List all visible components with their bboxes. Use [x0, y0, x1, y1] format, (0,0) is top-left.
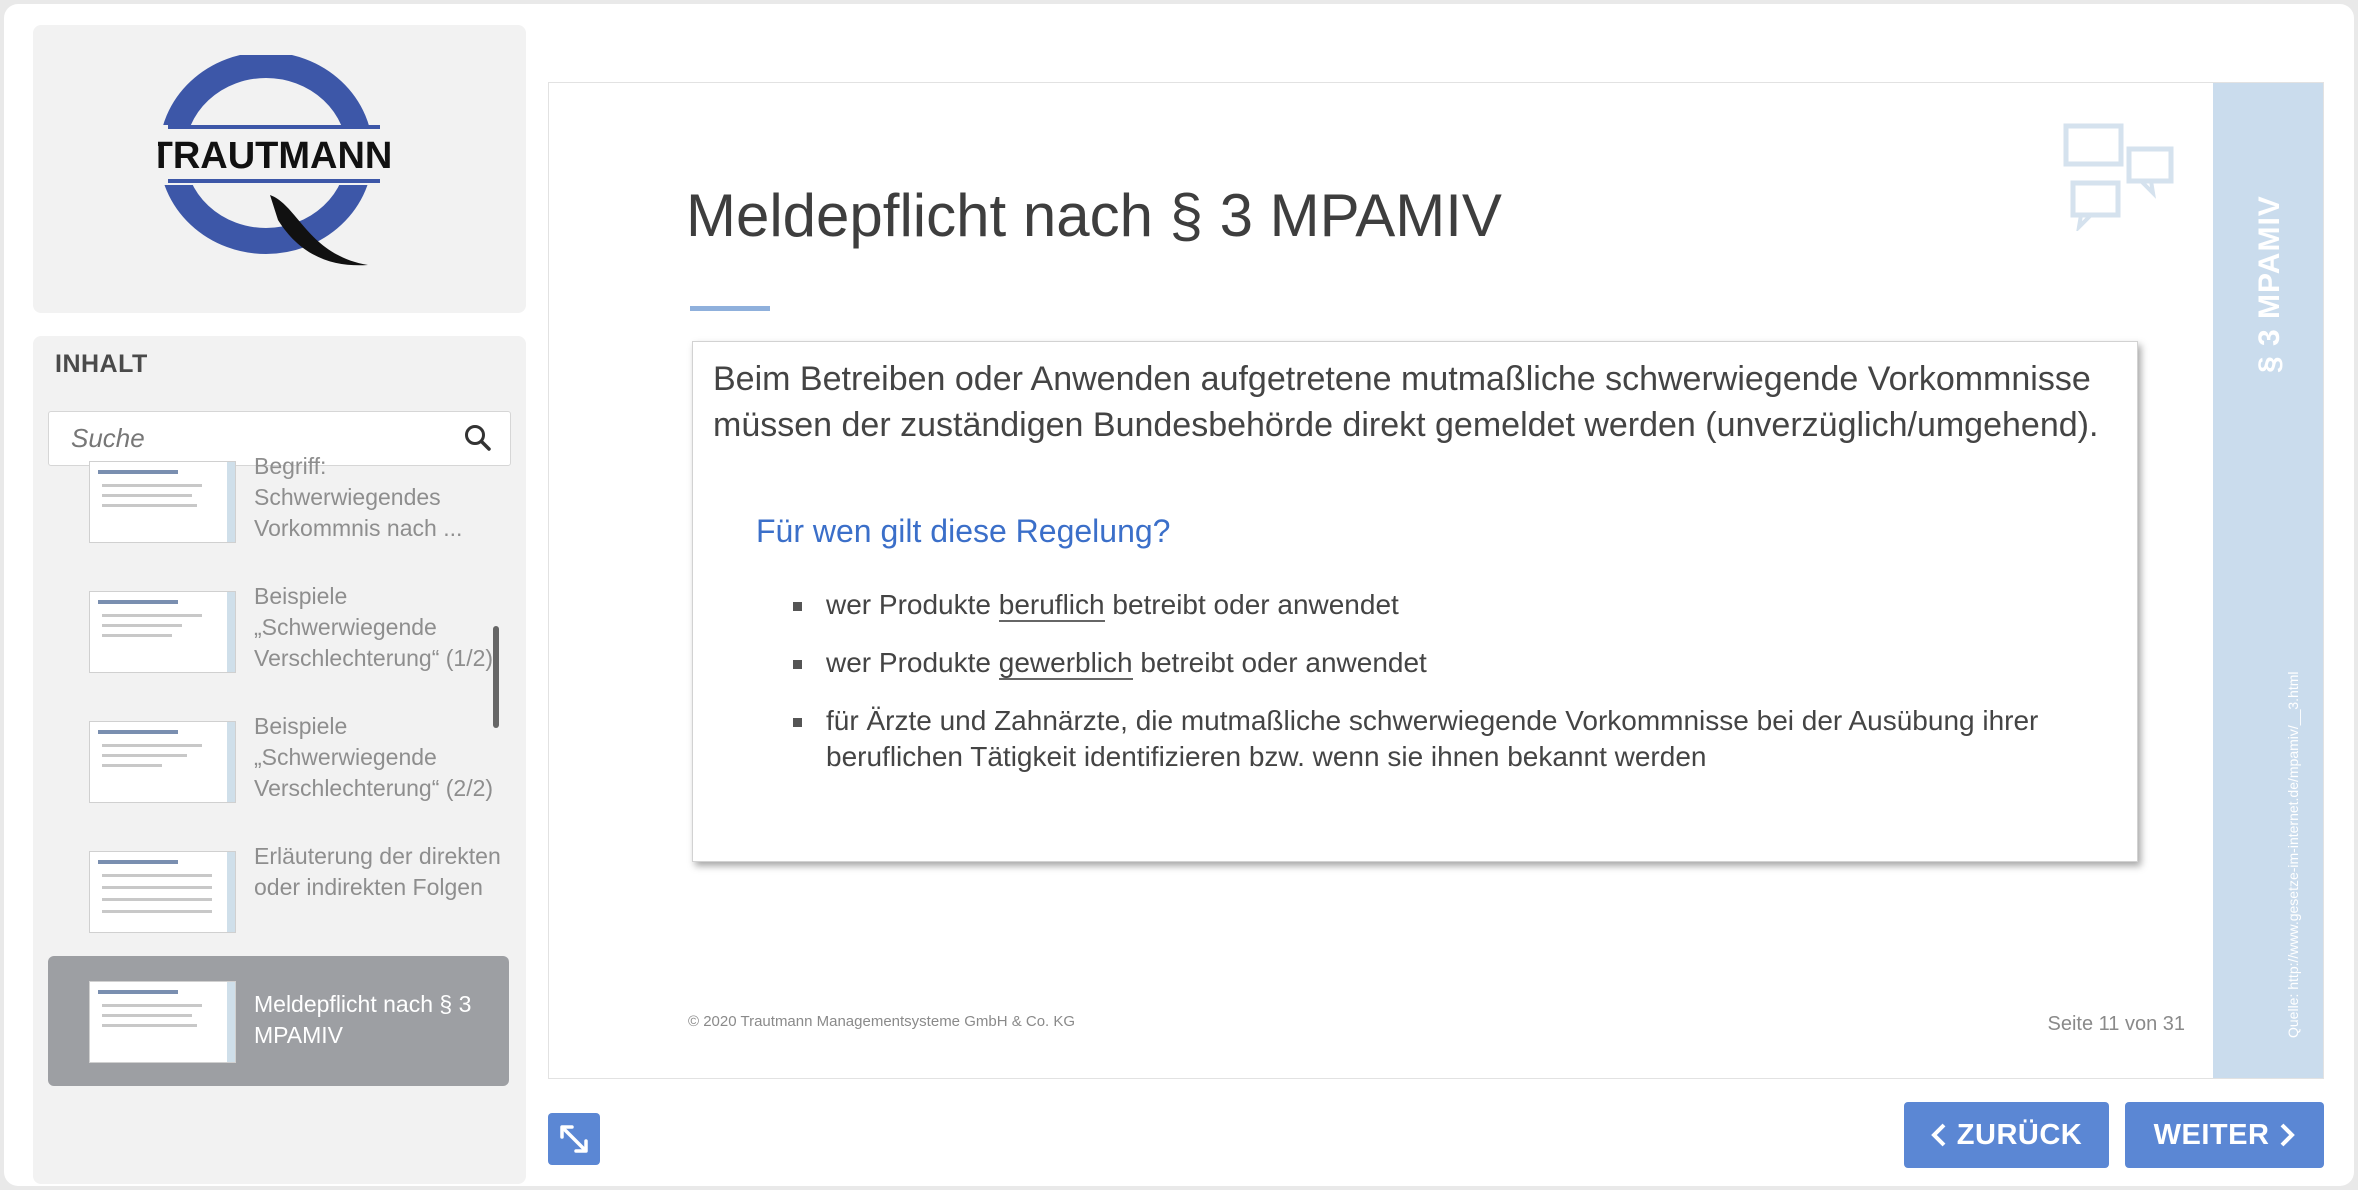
- fullscreen-button[interactable]: [548, 1113, 600, 1165]
- toc-item-label: Begriff: Schwerwiegendes Vorkommnis nach…: [254, 453, 463, 541]
- bullet-item: für Ärzte und Zahnärzte, die mutmaßliche…: [793, 703, 2093, 775]
- next-label: WEITER: [2153, 1118, 2270, 1151]
- toc-item-label: Beispiele „Schwerwiegende Verschlechteru…: [254, 713, 494, 801]
- bullet-item: wer Produkte beruflich betreibt oder anw…: [793, 587, 2093, 623]
- chapter-title: § 3 MPAMIV: [2253, 195, 2286, 373]
- chevron-right-icon: [2280, 1123, 2296, 1147]
- slide-title: Meldepflicht nach § 3 MPAMIV: [686, 182, 1502, 249]
- content-card: Beim Betreiben oder Anwenden aufgetreten…: [692, 341, 2138, 862]
- back-label: ZURÜCK: [1956, 1118, 2083, 1151]
- slide-thumbnail: [89, 851, 236, 933]
- toc-heading: INHALT: [55, 350, 148, 378]
- title-underline: [690, 306, 770, 311]
- source-citation: Quelle: http://www.gesetze-im-internet.d…: [2285, 671, 2301, 1039]
- page-indicator: Seite 11 von 31: [2047, 1013, 2185, 1035]
- slide-thumbnail: [89, 461, 236, 543]
- next-button[interactable]: WEITER: [2125, 1102, 2324, 1168]
- copyright-text: © 2020 Trautmann Managementsysteme GmbH …: [688, 1013, 1076, 1030]
- toc-scrollbar[interactable]: [493, 626, 499, 728]
- slide-thumbnail: [89, 591, 236, 673]
- slide-thumbnail: [89, 721, 236, 803]
- toc-item-label: Erläuterung der direkten oder indirekten…: [254, 843, 501, 900]
- toc-list: Begriff: Schwerwiegendes Vorkommnis nach…: [48, 453, 509, 1086]
- toc-item-meldepflicht[interactable]: Meldepflicht nach § 3 MPAMIV: [48, 956, 509, 1086]
- toc-item-begriff[interactable]: Begriff: Schwerwiegendes Vorkommnis nach…: [48, 436, 509, 566]
- expand-icon: [560, 1125, 588, 1153]
- toc-item-beispiele-1[interactable]: Beispiele „Schwerwiegende Verschlechteru…: [48, 566, 509, 696]
- question-heading: Für wen gilt diese Regelung?: [756, 513, 1171, 549]
- chat-bubbles-icon: [2063, 123, 2174, 231]
- toc-item-beispiele-2[interactable]: Beispiele „Schwerwiegende Verschlechteru…: [48, 696, 509, 826]
- toc-panel: INHALT Begriff: Schwerwiegendes Vorkommn…: [33, 336, 526, 1184]
- trautmann-logo: TRAUTMANN: [158, 55, 398, 266]
- toc-item-erlaeuterung[interactable]: Erläuterung der direkten oder indirekten…: [48, 826, 509, 956]
- chapter-band: § 3 MPAMIV Quelle: http://www.gesetze-im…: [2213, 83, 2323, 1078]
- logo-text: TRAUTMANN: [158, 135, 392, 177]
- slide-thumbnail: [89, 981, 236, 1063]
- slide-canvas: Meldepflicht nach § 3 MPAMIV § 3 MPAMIV …: [548, 82, 2324, 1079]
- chevron-left-icon: [1930, 1123, 1946, 1147]
- toc-item-label: Beispiele „Schwerwiegende Verschlechteru…: [254, 583, 494, 671]
- logo-panel: TRAUTMANN: [33, 25, 526, 313]
- bullet-item: wer Produkte gewerblich betreibt oder an…: [793, 645, 2093, 681]
- bullet-list: wer Produkte beruflich betreibt oder anw…: [793, 587, 2093, 797]
- intro-text: Beim Betreiben oder Anwenden aufgetreten…: [713, 360, 2099, 444]
- toc-item-label: Meldepflicht nach § 3 MPAMIV: [254, 991, 472, 1048]
- back-button[interactable]: ZURÜCK: [1904, 1102, 2109, 1168]
